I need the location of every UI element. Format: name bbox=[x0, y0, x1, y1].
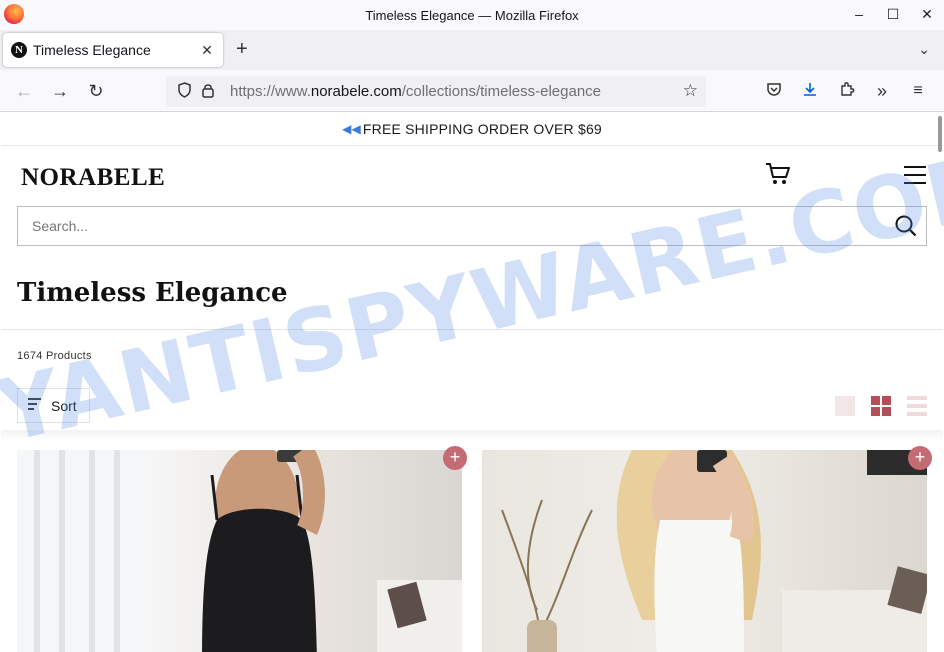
search-icon[interactable] bbox=[886, 215, 926, 237]
quick-add-button[interactable]: + bbox=[443, 446, 467, 470]
maximize-icon[interactable]: ☐ bbox=[876, 0, 910, 28]
sort-lines-icon bbox=[28, 398, 41, 413]
collection-title: Timeless Elegance bbox=[17, 278, 288, 308]
store-logo[interactable]: NORABELE bbox=[21, 164, 165, 192]
plus-icon: + bbox=[914, 447, 926, 467]
shield-icon[interactable] bbox=[172, 81, 196, 102]
megaphone-icon: ◀◀ bbox=[342, 121, 361, 136]
promo-banner: ◀◀ FREE SHIPPING ORDER OVER $69 bbox=[1, 112, 943, 146]
toolbar-shadow bbox=[1, 430, 943, 440]
sort-button[interactable]: Sort bbox=[17, 388, 90, 423]
product-card[interactable] bbox=[482, 450, 927, 652]
site-header: NORABELE bbox=[1, 146, 943, 206]
firefox-icon bbox=[4, 4, 24, 24]
star-icon[interactable]: ☆ bbox=[683, 81, 698, 101]
new-tab-icon[interactable]: + bbox=[236, 39, 248, 59]
product-image bbox=[17, 450, 462, 652]
grid-view-switcher bbox=[835, 396, 927, 416]
window-titlebar: Timeless Elegance — Mozilla Firefox – ☐ … bbox=[0, 0, 944, 30]
download-icon[interactable] bbox=[799, 81, 821, 103]
norabele-favicon-icon: N bbox=[11, 42, 27, 58]
close-window-icon[interactable]: ✕ bbox=[910, 0, 944, 28]
single-column-view-icon[interactable] bbox=[835, 396, 855, 416]
chevron-down-icon[interactable]: ⌄ bbox=[918, 41, 930, 58]
url-bar[interactable]: https://www.norabele.com/collections/tim… bbox=[166, 76, 706, 107]
quick-add-button[interactable]: + bbox=[908, 446, 932, 470]
minimize-icon[interactable]: – bbox=[842, 0, 876, 28]
product-image bbox=[501, 450, 927, 652]
menu-icon[interactable] bbox=[904, 166, 926, 190]
cart-icon[interactable] bbox=[765, 162, 791, 191]
promo-text: FREE SHIPPING ORDER OVER $69 bbox=[362, 120, 602, 137]
back-icon[interactable]: ← bbox=[14, 81, 34, 101]
forward-icon[interactable]: → bbox=[50, 81, 70, 101]
navigation-toolbar: ← → ↻ https://www.norabele.com/collectio… bbox=[0, 70, 944, 112]
tab-strip: N Timeless Elegance ✕ bbox=[0, 30, 944, 70]
tab-timeless-elegance[interactable]: N Timeless Elegance ✕ bbox=[3, 33, 223, 67]
reload-icon[interactable]: ↻ bbox=[86, 81, 106, 101]
page-viewport: ◀◀ FREE SHIPPING ORDER OVER $69 NORABELE… bbox=[1, 112, 943, 652]
grid-view-icon[interactable] bbox=[871, 396, 891, 416]
page-scrollbar[interactable] bbox=[936, 112, 944, 652]
list-view-icon[interactable] bbox=[907, 396, 927, 416]
divider bbox=[1, 329, 943, 330]
hamburger-icon[interactable]: ≡ bbox=[907, 81, 929, 101]
search-input[interactable] bbox=[18, 218, 886, 234]
search-bar bbox=[17, 206, 927, 246]
product-count: 1674 Products bbox=[17, 350, 92, 362]
url-text: https://www.norabele.com/collections/tim… bbox=[230, 83, 602, 100]
sort-label: Sort bbox=[51, 397, 77, 414]
lock-icon[interactable] bbox=[196, 83, 220, 101]
pocket-icon[interactable] bbox=[763, 81, 785, 103]
window-title: Timeless Elegance — Mozilla Firefox bbox=[365, 7, 579, 23]
tab-title: Timeless Elegance bbox=[33, 42, 151, 58]
plus-icon: + bbox=[449, 447, 461, 467]
extensions-icon[interactable] bbox=[836, 81, 858, 103]
scrollbar-thumb[interactable] bbox=[938, 116, 942, 152]
close-tab-icon[interactable]: ✕ bbox=[199, 42, 215, 59]
window-controls: – ☐ ✕ bbox=[842, 0, 944, 28]
product-card[interactable] bbox=[17, 450, 462, 652]
overflow-icon[interactable]: » bbox=[871, 81, 893, 101]
